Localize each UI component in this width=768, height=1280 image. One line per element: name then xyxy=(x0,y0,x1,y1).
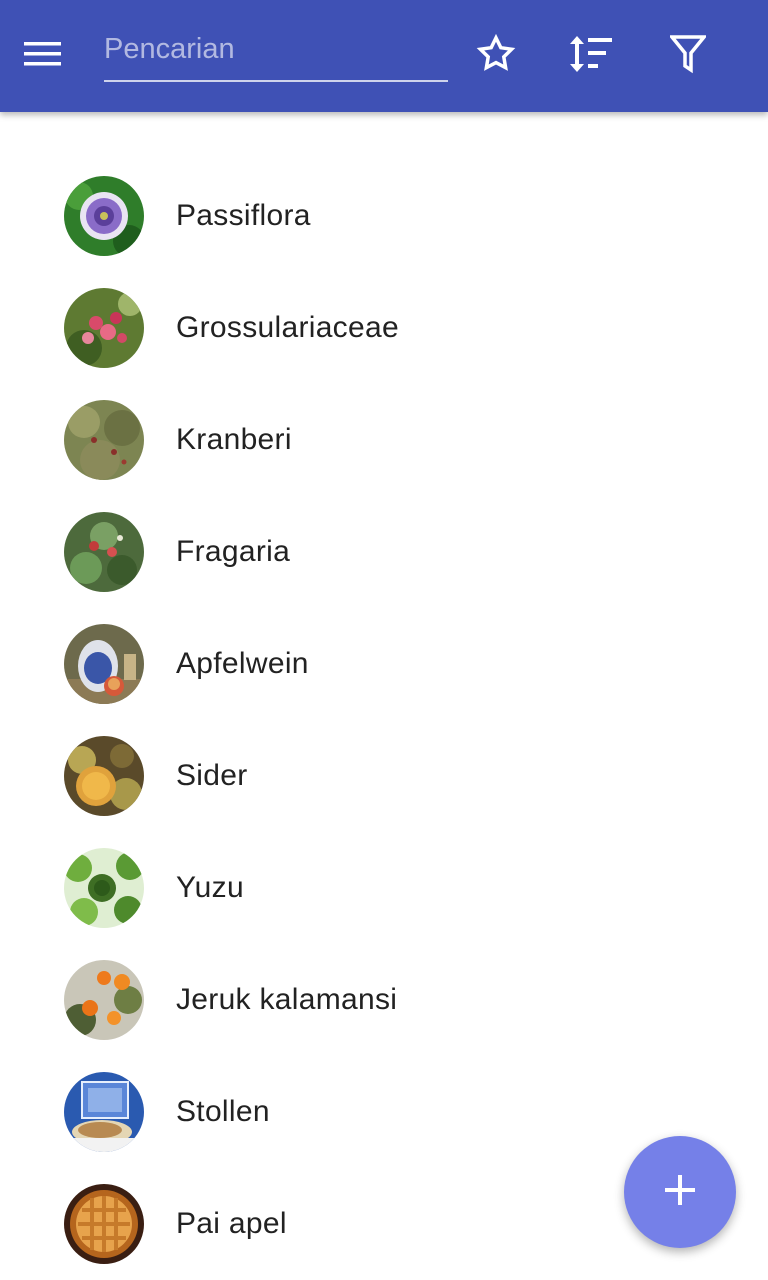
item-list: Passiflora Grossulariaceae Kranberi Frag… xyxy=(0,160,768,1280)
list-item[interactable]: Passiflora xyxy=(0,160,768,272)
search-field xyxy=(104,24,448,82)
item-thumbnail xyxy=(64,848,144,928)
add-button[interactable] xyxy=(624,1136,736,1248)
item-thumbnail xyxy=(64,736,144,816)
item-thumbnail xyxy=(64,512,144,592)
list-item[interactable]: Jeruk kalamansi xyxy=(0,944,768,1056)
item-thumbnail xyxy=(64,400,144,480)
app-bar xyxy=(0,0,768,112)
list-item[interactable]: Fragaria xyxy=(0,496,768,608)
sort-button[interactable] xyxy=(563,28,619,84)
item-label: Pai apel xyxy=(176,1207,287,1240)
item-label: Yuzu xyxy=(176,871,244,904)
filter-icon xyxy=(668,34,708,79)
item-label: Fragaria xyxy=(176,535,291,568)
item-label: Grossulariaceae xyxy=(176,311,399,344)
plus-icon xyxy=(665,1174,695,1210)
search-input[interactable] xyxy=(104,24,448,74)
list-item[interactable]: Grossulariaceae xyxy=(0,272,768,384)
item-thumbnail xyxy=(64,624,144,704)
item-thumbnail xyxy=(64,1072,144,1152)
item-label: Jeruk kalamansi xyxy=(176,983,398,1016)
item-thumbnail xyxy=(64,1184,144,1264)
item-label: Apfelwein xyxy=(176,647,309,680)
favorites-button[interactable] xyxy=(468,28,524,84)
item-thumbnail xyxy=(64,960,144,1040)
item-label: Sider xyxy=(176,759,248,792)
hamburger-menu-icon xyxy=(24,40,62,73)
item-label: Kranberi xyxy=(176,423,292,456)
star-outline-icon xyxy=(475,33,517,80)
filter-button[interactable] xyxy=(660,28,716,84)
list-item[interactable]: Sider xyxy=(0,720,768,832)
item-label: Stollen xyxy=(176,1095,270,1128)
item-label: Passiflora xyxy=(176,199,311,232)
item-thumbnail xyxy=(64,288,144,368)
sort-icon xyxy=(568,34,614,79)
list-item[interactable]: Apfelwein xyxy=(0,608,768,720)
list-item[interactable]: Yuzu xyxy=(0,832,768,944)
item-thumbnail xyxy=(64,176,144,256)
list-item[interactable]: Kranberi xyxy=(0,384,768,496)
menu-button[interactable] xyxy=(24,32,88,80)
